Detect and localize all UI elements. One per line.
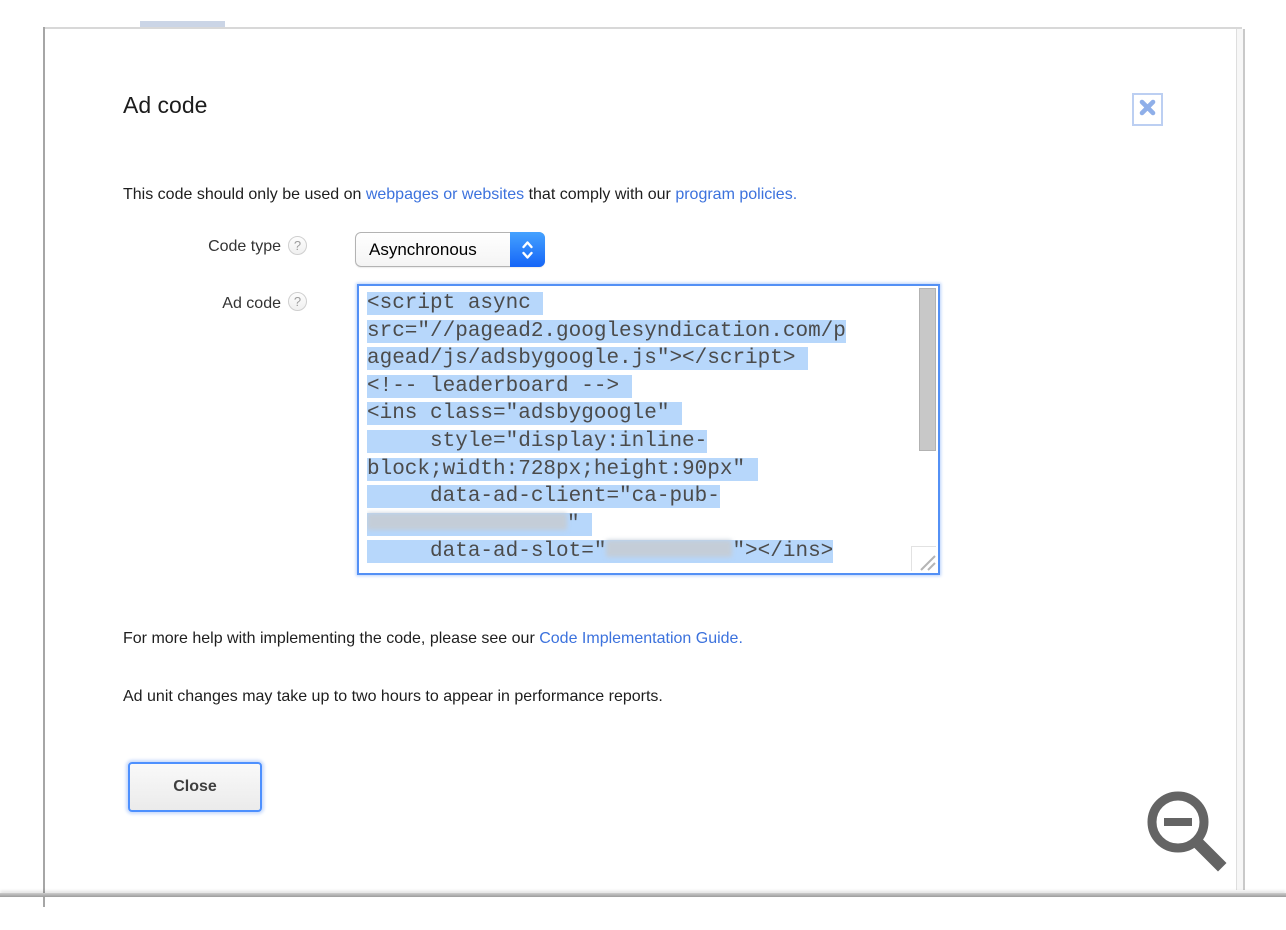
ad-code-line: data-ad-slot=""></ins>	[367, 538, 917, 566]
close-dialog-button[interactable]	[1132, 93, 1163, 126]
textarea-resize-handle[interactable]	[911, 546, 936, 571]
dialog-title: Ad code	[123, 92, 207, 119]
redacted-value	[606, 540, 732, 557]
help-text: For more help with implementing the code…	[123, 630, 743, 648]
dialog-frame-left-border	[43, 27, 45, 907]
ad-code-content: <script async src="//pagead2.googlesyndi…	[367, 290, 917, 569]
dialog-frame-top-border	[43, 27, 1242, 29]
program-policies-link[interactable]: program policies.	[675, 186, 797, 203]
ad-code-line: <!-- leaderboard -->	[367, 373, 917, 401]
intro-text: This code should only be used on webpage…	[123, 186, 797, 204]
ad-code-line: data-ad-client="ca-pub-	[367, 483, 917, 511]
ad-code-textarea[interactable]: <script async src="//pagead2.googlesyndi…	[357, 284, 940, 575]
dialog-frame-right-border	[1236, 29, 1245, 890]
ad-code-label: Ad code	[100, 295, 281, 313]
ad-code-line: style="display:inline-	[367, 428, 917, 456]
ad-code-line: <ins class="adsbygoogle"	[367, 400, 917, 428]
ad-code-line: src="//pagead2.googlesyndication.com/p	[367, 318, 917, 346]
code-type-label: Code type	[100, 238, 281, 256]
ad-code-line: block;width:728px;height:90px"	[367, 456, 917, 484]
code-type-selected-value: Asynchronous	[356, 240, 510, 260]
close-button[interactable]: Close	[128, 762, 262, 812]
code-type-select[interactable]: Asynchronous	[355, 232, 545, 267]
intro-text-pre: This code should only be used on	[123, 186, 366, 203]
redacted-value	[367, 513, 567, 530]
textarea-scrollbar-thumb[interactable]	[919, 288, 936, 451]
x-close-icon	[1138, 98, 1157, 122]
up-down-chevrons-icon	[510, 232, 545, 267]
dialog-frame-bottom-shadow	[0, 893, 1286, 897]
ad-code-line: <script async	[367, 290, 917, 318]
intro-text-mid: that comply with our	[524, 186, 675, 203]
code-type-help-icon[interactable]: ?	[288, 236, 307, 255]
ad-code-line: agead/js/adsbygoogle.js"></script>	[367, 345, 917, 373]
zoom-out-magnifier-icon	[1140, 782, 1232, 874]
code-implementation-guide-link[interactable]: Code Implementation Guide.	[539, 630, 743, 647]
webpages-or-websites-link[interactable]: webpages or websites	[366, 186, 524, 203]
ad-code-help-icon[interactable]: ?	[288, 292, 307, 311]
ad-code-line: "	[367, 511, 917, 539]
note-text: Ad unit changes may take up to two hours…	[123, 688, 663, 706]
help-text-pre: For more help with implementing the code…	[123, 630, 539, 647]
